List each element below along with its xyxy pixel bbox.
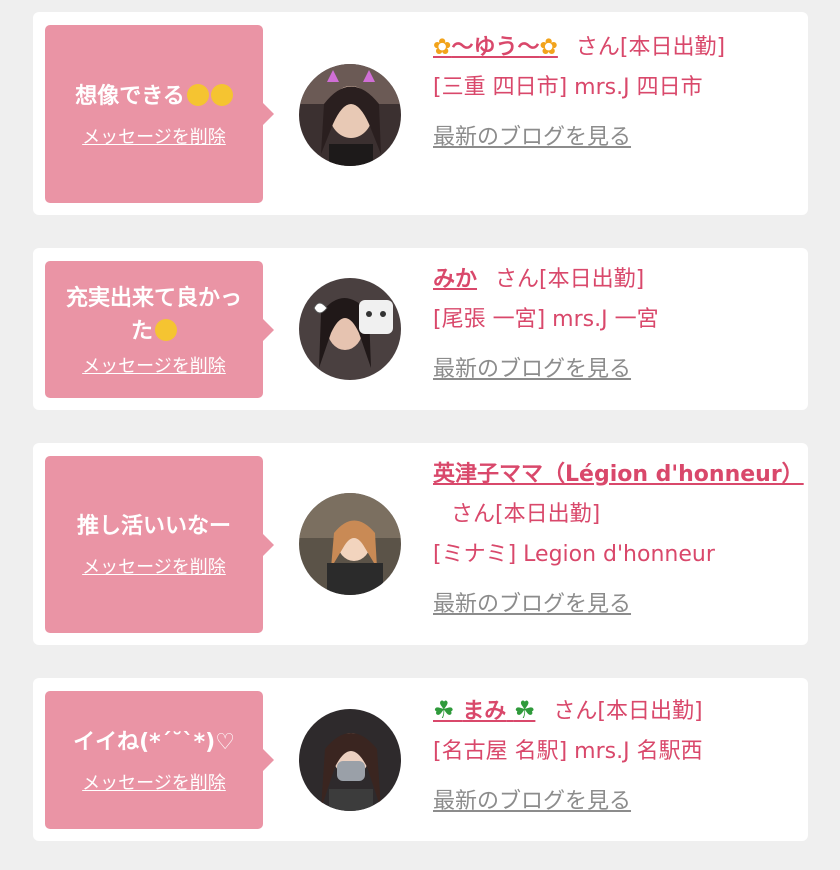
avatar[interactable] [299,493,401,595]
delete-message-link[interactable]: メッセージを削除 [82,352,226,378]
flower-icon: ✿ [433,35,452,60]
san-status: さん[本日出勤] [495,267,645,292]
san-status: さん[本日出勤] [553,699,703,724]
cast-info: 英津子ママ（Légion d'honneur） さん[本日出勤] [ミナミ] Le… [433,455,804,625]
message-bubble: 推し活いいなー メッセージを削除 [45,456,274,633]
delete-message-link[interactable]: メッセージを削除 [82,769,226,795]
message-text: 推し活いいなー [76,514,231,539]
message-card: 推し活いいなー メッセージを削除 英津子ママ（Légion d'honneur）… [33,443,808,645]
latest-blog-link[interactable]: 最新のブログを見る [433,350,793,390]
message-text: 想像できる [63,80,245,113]
message-card: 想像できる メッセージを削除 ✿〜ゆう〜✿ さん[本日出勤] [三重 四日市] m… [33,12,808,215]
avatar[interactable] [299,64,401,166]
san-status: さん[本日出勤] [575,35,726,60]
clover-icon: ☘ [513,696,536,724]
shop-label: [三重 四日市] mrs.J 四日市 [433,75,703,100]
message-bubble: 想像できる メッセージを削除 [45,25,274,203]
cast-info: ☘ まみ ☘ さん[本日出勤] [名古屋 名駅] mrs.J 名駅西 最新のブログ… [433,690,793,822]
cast-name-link[interactable]: みか [433,267,477,292]
rofl-emoji-icon [186,83,209,106]
message-card: 充実出来て良かった メッセージを削除 みか さん[本日出勤] [尾張 一宮] mr… [33,248,808,410]
shop-label: [尾張 一宮] mrs.J 一宮 [433,307,659,332]
message-text: 充実出来て良かった [65,285,242,344]
message-card: イイね(*´˘`*)♡ メッセージを削除 ☘ まみ ☘ さん[本日出勤] [名古屋… [33,678,808,841]
cast-info: みか さん[本日出勤] [尾張 一宮] mrs.J 一宮 最新のブログを見る [433,260,793,390]
message-bubble: イイね(*´˘`*)♡ メッセージを削除 [45,691,274,829]
delete-message-link[interactable]: メッセージを削除 [82,553,226,579]
latest-blog-link[interactable]: 最新のブログを見る [433,585,793,625]
latest-blog-link[interactable]: 最新のブログを見る [433,118,793,158]
shop-label: [名古屋 名駅] mrs.J 名駅西 [433,739,703,764]
message-text: イイね(*´˘`*)♡ [73,729,235,755]
hand-over-mouth-emoji-icon [155,318,177,341]
clover-icon: ☘ [433,696,455,724]
rofl-emoji-icon [210,83,233,106]
flower-icon: ✿ [539,35,558,60]
shop-label: [ミナミ] Legion d'honneur [433,542,715,567]
avatar[interactable] [299,709,401,811]
avatar[interactable] [299,278,401,380]
cast-info: ✿〜ゆう〜✿ さん[本日出勤] [三重 四日市] mrs.J 四日市 最新のブログ… [433,28,793,158]
cast-name-link[interactable]: ✿〜ゆう〜✿ [433,35,558,60]
latest-blog-link[interactable]: 最新のブログを見る [433,782,793,822]
message-bubble: 充実出来て良かった メッセージを削除 [45,261,274,398]
cast-name-link[interactable]: ☘ まみ ☘ [433,696,536,724]
san-status: さん[本日出勤] [451,502,601,527]
delete-message-link[interactable]: メッセージを削除 [82,123,226,149]
cast-name-link[interactable]: 英津子ママ（Légion d'honneur） [433,462,804,487]
